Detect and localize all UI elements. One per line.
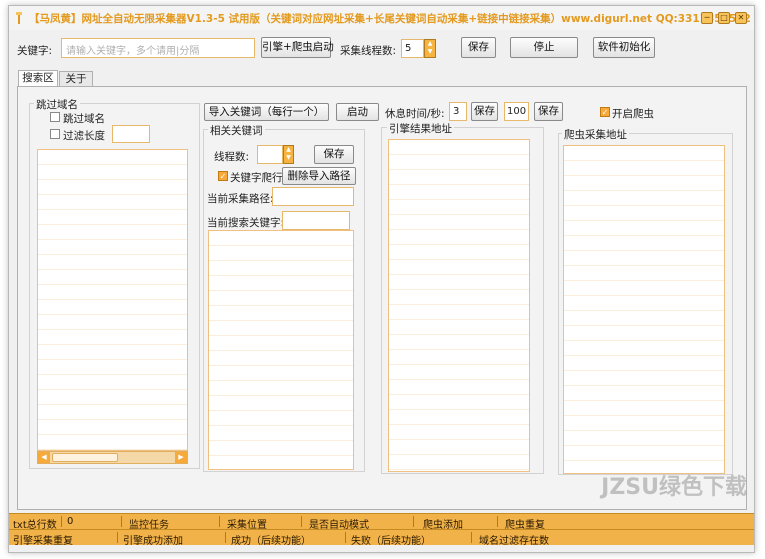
maximize-button[interactable]: □ [718,12,730,24]
skip-domain-group-label: 跳过域名 [34,97,80,112]
related-threads-spinner[interactable]: ▲ ▼ [283,145,294,164]
status-success: 成功（后续功能） [231,536,311,547]
maximize-icon: □ [720,13,728,22]
watermark-logo: JZSU绿色下载 [601,475,747,500]
related-threads-label: 线程数: [214,151,250,163]
keyword-label: 关键字: [17,45,53,57]
related-threads-input[interactable] [257,145,283,164]
rest-save-button-2[interactable]: 保存 [534,102,563,121]
spin-down-icon: ▼ [427,48,433,55]
window-title: 【马凤黄】网址全自动无限采集器V1.3-5 试用版（关键词对应网址采集+长尾关键… [29,13,751,25]
rest-save-button-1[interactable]: 保存 [471,102,498,121]
threads-input[interactable]: 5 [401,39,424,58]
status-failure: 失败（后续功能） [351,536,431,547]
engine-results-group-label: 引擎结果地址 [387,121,454,136]
minimize-button[interactable]: ─ [701,12,713,24]
close-button[interactable]: ✕ [735,12,747,24]
keyword-placeholder: 请输入关键字，多个请用|分隔 [66,46,200,57]
tab-panel: 跳过域名 跳过域名 过滤长度 ◀ ▶ 导入关键词（每行一个） 启动 相关关键词 … [17,86,747,510]
engine-results-list[interactable] [388,139,530,472]
current-path-input[interactable] [272,187,354,206]
current-path-label: 当前采集路径: [207,193,274,205]
rest-interval-input[interactable]: 3 [449,102,467,121]
spin-down-icon: ▼ [286,154,291,161]
status-bar-2: 引擎采集重复 引擎成功添加 成功（后续功能） 失败（后续功能） 域名过滤存在数 [9,529,754,547]
related-start-button[interactable]: 启动 [336,103,379,121]
crawler-results-list[interactable] [563,145,725,474]
related-keywords-group-label: 相关关键词 [208,123,265,138]
scroll-thumb[interactable] [52,453,118,462]
spin-up-icon: ▲ [427,40,433,47]
current-keyword-input[interactable] [282,211,350,230]
toolbar-save-button[interactable]: 保存 [461,37,496,58]
current-keyword-label: 当前搜索关键字: [207,217,285,229]
spin-up-icon: ▲ [286,146,291,153]
filter-length-checkbox-label: 过滤长度 [63,130,105,142]
status-engine-duplicate: 引擎采集重复 [13,536,73,547]
init-button[interactable]: 软件初始化 [593,37,655,58]
rest-interval-label: 休息时间/秒: [385,108,445,120]
close-icon: ✕ [737,13,745,22]
enable-crawler-checkbox[interactable]: ✓ [600,107,610,117]
threads-label: 采集线程数: [340,45,397,57]
keyword-input[interactable]: 请输入关键字，多个请用|分隔 [61,38,255,58]
tab-about[interactable]: 关于 [59,71,93,86]
keyword-crawl-checkbox[interactable]: ✓ [218,171,228,181]
status-bar-1: txt总行数 0 监控任务 采集位置 是否自动模式 爬虫添加 爬虫重复 [9,513,754,531]
rest-count-input[interactable]: 100 [504,102,529,121]
app-icon [16,12,22,24]
related-save-button[interactable]: 保存 [314,145,354,164]
enable-crawler-checkbox-label: 开启爬虫 [612,108,654,120]
tab-search[interactable]: 搜索区 [18,70,58,86]
keyword-crawl-checkbox-label: 关键字爬行 [230,172,283,184]
stop-button[interactable]: 停止 [510,37,578,58]
status-domain-filter-count: 域名过滤存在数 [479,536,549,547]
skip-domain-list[interactable] [37,149,188,451]
scroll-right-icon[interactable]: ▶ [175,452,187,463]
title-bar: 【马凤黄】网址全自动无限采集器V1.3-5 试用版（关键词对应网址采集+长尾关键… [9,6,754,30]
filter-length-checkbox[interactable] [50,129,60,139]
skip-domain-checkbox[interactable] [50,112,60,122]
scroll-left-icon[interactable]: ◀ [38,452,50,463]
delete-import-path-button[interactable]: 删除导入路径 [282,167,356,185]
related-keywords-list[interactable] [208,230,354,470]
status-engine-added: 引擎成功添加 [123,536,183,547]
engine-crawler-start-button[interactable]: 引擎+爬虫启动 [261,37,334,58]
threads-spinner[interactable]: ▲ ▼ [424,39,436,58]
status-txt-lines-value: 0 [67,516,74,527]
filter-length-input[interactable] [112,125,150,143]
horizontal-scrollbar[interactable]: ◀ ▶ [37,451,188,464]
import-keywords-button[interactable]: 导入关键词（每行一个） [204,103,329,121]
minimize-icon: ─ [704,13,710,22]
crawler-group-label: 爬虫采集地址 [562,127,629,142]
skip-domain-checkbox-label: 跳过域名 [63,113,105,125]
